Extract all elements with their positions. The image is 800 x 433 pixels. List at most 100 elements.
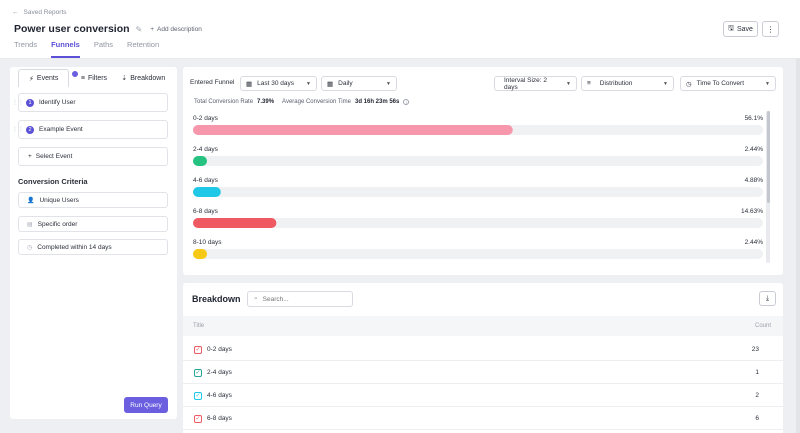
row-label: 4-6 days — [207, 392, 232, 399]
run-query-button[interactable]: Run Query — [124, 397, 168, 413]
view-mode-value: Distribution — [599, 80, 633, 87]
timer-icon: ◷ — [686, 80, 692, 88]
metric-dropdown[interactable]: ◷ Time To Convert ▼ — [680, 76, 776, 91]
bar-value-label: 56.1% — [745, 115, 764, 122]
interval-value: Interval Size: 2 days — [504, 76, 547, 91]
chart-scrollbar-thumb[interactable] — [767, 111, 770, 203]
distribution-chart: 0-2 days 56.1% 2-4 days 2.44% 4-6 days 4.88% 6… — [193, 115, 764, 259]
criteria-label: Specific order — [37, 220, 78, 228]
criteria-specific-order[interactable]: ▤ Specific order — [18, 216, 168, 232]
conversion-criteria-title: Conversion Criteria — [18, 177, 88, 186]
avg-time-label: Average Conversion Time — [282, 99, 351, 105]
save-button[interactable]: 🖫 Save — [723, 21, 758, 37]
add-description-button[interactable]: + Add description — [150, 26, 202, 33]
download-button[interactable]: ⤓ — [759, 291, 776, 306]
download-icon: ⤓ — [765, 294, 770, 302]
clock-icon: ◷ — [27, 244, 33, 251]
drag-handle-icon[interactable]: ⋮⋮ — [12, 99, 24, 106]
conversion-rate-value: 7.39% — [257, 99, 275, 105]
caret-down-icon: ▼ — [386, 80, 391, 87]
back-label: Saved Reports — [23, 9, 67, 16]
date-range-dropdown[interactable]: ▦ Last 30 days ▼ — [240, 76, 317, 91]
bar-category-label: 6-8 days — [193, 208, 219, 215]
user-icon: 👤 — [27, 197, 35, 204]
tab-paths[interactable]: Paths — [94, 40, 113, 58]
arrow-left-icon: ← — [12, 9, 19, 16]
page-scrollbar[interactable] — [796, 59, 800, 433]
funnel-step-2[interactable]: ⋮⋮ 2 Example Event — [12, 120, 168, 139]
bar-category-label: 2-4 days — [193, 146, 219, 153]
page-title: Power user conversion — [14, 23, 130, 35]
tab-filters-label: Filters — [88, 74, 108, 82]
bar-track — [193, 249, 763, 259]
bar-value-label: 4.88% — [745, 177, 764, 184]
more-options-button[interactable]: ⋮ — [762, 21, 779, 37]
step-number: 1 — [26, 98, 34, 107]
caret-down-icon: ▼ — [663, 80, 668, 87]
bar-2-4-days[interactable] — [193, 156, 207, 166]
table-row[interactable]: ✓ 0-2 days 23 — [183, 339, 783, 361]
bar-6-8-days[interactable] — [193, 218, 277, 228]
select-event-button[interactable]: + Select Event — [18, 147, 168, 166]
row-checkbox[interactable]: ✓ — [194, 414, 202, 423]
tab-funnels[interactable]: Funnels — [51, 40, 80, 58]
table-row[interactable]: ✓ 2-4 days 1 — [183, 362, 783, 384]
bar-value-label: 2.44% — [745, 146, 764, 153]
caret-down-icon: ▼ — [566, 80, 571, 87]
tab-events[interactable]: ⚡ Events — [18, 69, 70, 87]
add-description-label: Add description — [157, 25, 202, 33]
pencil-icon[interactable]: ✎ — [136, 25, 143, 34]
plus-icon: + — [150, 25, 155, 33]
criteria-unique-users[interactable]: 👤 Unique Users — [18, 192, 168, 208]
row-checkbox[interactable]: ✓ — [194, 368, 202, 377]
breakdown-title: Breakdown — [192, 294, 241, 304]
tab-trends[interactable]: Trends — [14, 40, 37, 58]
row-checkbox[interactable]: ✓ — [194, 345, 202, 354]
tab-retention[interactable]: Retention — [127, 40, 159, 58]
save-label: Save — [737, 25, 753, 33]
info-icon[interactable]: i — [403, 99, 410, 105]
interval-size-dropdown[interactable]: Interval Size: 2 days ▼ — [494, 76, 577, 91]
col-title: Title — [193, 323, 205, 329]
breakdown-search[interactable]: ⌕ — [247, 291, 353, 307]
caret-down-icon: ▼ — [306, 80, 311, 87]
criteria-completed-within[interactable]: ◷ Completed within 14 days — [18, 239, 168, 255]
tab-breakdown[interactable]: ⇣ Breakdown — [119, 69, 168, 87]
floppy-disk-icon: 🖫 — [728, 24, 734, 32]
step-label: Identify User — [39, 99, 76, 106]
view-mode-dropdown[interactable]: ≡ Distribution ▼ — [581, 76, 674, 91]
row-count: 6 — [755, 415, 759, 422]
filter-icon: ≡ — [80, 74, 85, 82]
entered-funnel-label: Entered Funnel — [190, 79, 235, 86]
bar-value-label: 14.63% — [741, 208, 763, 215]
row-label: 6-8 days — [207, 415, 232, 422]
bar-track — [193, 187, 763, 197]
row-checkbox[interactable]: ✓ — [194, 391, 202, 400]
drag-handle-icon[interactable]: ⋮⋮ — [12, 126, 24, 133]
table-row[interactable]: ✓ 6-8 days 6 — [183, 408, 783, 430]
granularity-dropdown[interactable]: ▦ Daily ▼ — [321, 76, 397, 91]
select-event-label: Select Event — [35, 153, 73, 160]
bar-8-10-days[interactable] — [193, 249, 207, 259]
avg-time-value: 3d 16h 23m 56s — [354, 99, 400, 105]
query-builder-tabs: ⚡ Events ≡ Filters ⇣ Breakdown — [18, 69, 168, 87]
back-link[interactable]: ← Saved Reports — [12, 9, 67, 16]
conversion-summary: Total Conversion Rate 7.39% Average Conv… — [194, 99, 410, 105]
funnel-step-1[interactable]: ⋮⋮ 1 Identify User — [12, 93, 168, 112]
breakdown-table-header: Title Count — [183, 316, 783, 336]
search-input[interactable] — [262, 295, 343, 303]
bar-4-6-days[interactable] — [193, 187, 221, 197]
row-count: 1 — [755, 369, 759, 376]
breakdown-icon: ⇣ — [121, 75, 128, 82]
bar-track — [193, 218, 763, 228]
plus-icon: + — [28, 153, 32, 160]
lightning-icon: ⚡ — [29, 75, 34, 83]
bar-0-2-days[interactable] — [193, 125, 513, 135]
distribution-icon: ≡ — [587, 80, 591, 87]
criteria-label: Completed within 14 days — [37, 243, 112, 251]
table-row[interactable]: ✓ 4-6 days 2 — [183, 385, 783, 407]
report-tabs: Trends Funnels Paths Retention — [14, 40, 159, 58]
row-count: 2 — [755, 392, 759, 399]
criteria-label: Unique Users — [39, 196, 79, 204]
bar-category-label: 4-6 days — [193, 177, 219, 184]
